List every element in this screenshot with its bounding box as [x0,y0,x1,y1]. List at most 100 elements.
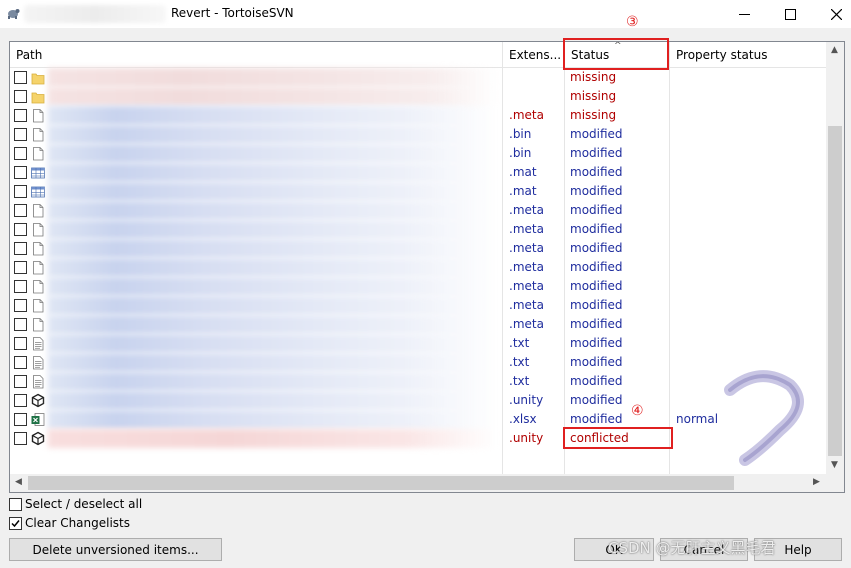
row-checkbox[interactable] [14,318,27,331]
row-checkbox[interactable] [14,128,27,141]
row-checkbox[interactable] [14,261,27,274]
table-row[interactable]: .unity conflicted [10,429,826,448]
row-checkbox[interactable] [14,185,27,198]
text-file-icon [33,356,44,370]
row-checkbox[interactable] [14,147,27,160]
table-row[interactable]: .txt modified [10,334,826,353]
window-title: Revert - TortoiseSVN [171,6,294,20]
status-cell: missing [570,70,617,84]
minimize-icon [738,13,750,15]
row-checkbox[interactable] [14,432,27,445]
text-file-icon [33,375,44,389]
scroll-left-icon[interactable]: ◀ [15,477,22,487]
row-checkbox[interactable] [14,394,27,407]
delete-unversioned-button[interactable]: Delete unversioned items... [9,538,222,561]
row-checkbox[interactable] [14,109,27,122]
horizontal-scrollbar[interactable]: ◀ ▶ [10,474,826,492]
file-icon [33,109,44,123]
property-status-cell: normal [676,412,719,426]
annotation-marker-4: ④ [631,403,644,419]
select-all-box[interactable] [9,497,22,511]
status-cell: modified [570,260,623,274]
status-cell: modified [570,393,623,407]
extension-cell: .txt [509,355,530,369]
file-icon [33,299,44,313]
status-cell: modified [570,241,623,255]
table-row[interactable]: .meta modified [10,258,826,277]
table-row[interactable]: .bin modified [10,144,826,163]
row-checkbox[interactable] [14,242,27,255]
select-all-checkbox[interactable]: Select / deselect all [9,496,142,512]
vertical-scroll-thumb[interactable] [828,126,842,456]
status-cell: modified [570,203,623,217]
redacted-file-path [48,87,498,106]
checkmark-icon [11,519,20,527]
vertical-scrollbar[interactable]: ▲ ▼ [826,42,844,474]
row-checkbox[interactable] [14,204,27,217]
column-header-path[interactable]: Path [10,42,502,68]
table-row[interactable]: .meta modified [10,296,826,315]
table-row[interactable]: missing [10,87,826,106]
table-row[interactable]: .meta modified [10,239,826,258]
maximize-button[interactable] [767,0,813,28]
status-header-highlight [563,38,669,70]
row-checkbox[interactable] [14,223,27,236]
folder-icon [31,92,45,104]
folder-icon [31,73,45,85]
redacted-file-path [48,334,498,353]
select-all-label[interactable]: Select / deselect all [25,497,142,511]
extension-cell: .unity [509,393,544,407]
table-row[interactable]: .txt modified [10,353,826,372]
clear-changelists-checkbox[interactable]: Clear Changelists [9,515,130,531]
close-button[interactable] [813,0,851,28]
redacted-file-path [48,277,498,296]
clear-changelists-label[interactable]: Clear Changelists [25,516,130,530]
table-row[interactable]: .meta modified [10,220,826,239]
scroll-up-icon[interactable]: ▲ [831,45,838,55]
tortoisesvn-app-icon [8,9,20,19]
table-row[interactable]: .xlsx modified normal [10,410,826,429]
scroll-down-icon[interactable]: ▼ [831,460,838,470]
table-row[interactable]: .meta modified [10,315,826,334]
column-header-extension[interactable]: Extens... [503,42,564,68]
row-checkbox[interactable] [14,90,27,103]
unity-icon [31,393,45,408]
row-checkbox[interactable] [14,71,27,84]
row-checkbox[interactable] [14,280,27,293]
title-bar: Revert - TortoiseSVN [0,0,851,28]
minimize-button[interactable] [721,0,767,28]
row-checkbox[interactable] [14,375,27,388]
file-icon [33,280,44,294]
table-row[interactable]: .mat modified [10,182,826,201]
row-checkbox[interactable] [14,299,27,312]
table-icon [31,167,45,179]
table-row[interactable]: .meta modified [10,201,826,220]
row-checkbox[interactable] [14,413,27,426]
table-row[interactable]: missing [10,68,826,87]
file-icon [33,223,44,237]
csdn-watermark: CSDN @无肝主义黑毛君 [608,539,776,557]
row-checkbox[interactable] [14,356,27,369]
scroll-right-icon[interactable]: ▶ [813,477,820,487]
status-cell: modified [570,355,623,369]
redacted-file-path [48,239,498,258]
table-row[interactable]: .bin modified [10,125,826,144]
clear-changelists-box[interactable] [9,516,22,530]
table-row[interactable]: .mat modified [10,163,826,182]
excel-icon [31,413,45,426]
redacted-file-path [48,201,498,220]
extension-cell: .meta [509,222,544,236]
table-row[interactable]: .meta missing [10,106,826,125]
table-row[interactable]: .meta modified [10,277,826,296]
row-checkbox[interactable] [14,166,27,179]
extension-cell: .meta [509,298,544,312]
table-row[interactable]: .unity modified [10,391,826,410]
file-icon [33,128,44,142]
row-checkbox[interactable] [14,337,27,350]
horizontal-scroll-thumb[interactable] [28,476,734,490]
column-header-property-status[interactable]: Property status [670,42,826,68]
table-row[interactable]: .txt modified [10,372,826,391]
file-icon [33,204,44,218]
table-icon [31,186,45,198]
status-cell: modified [570,222,623,236]
